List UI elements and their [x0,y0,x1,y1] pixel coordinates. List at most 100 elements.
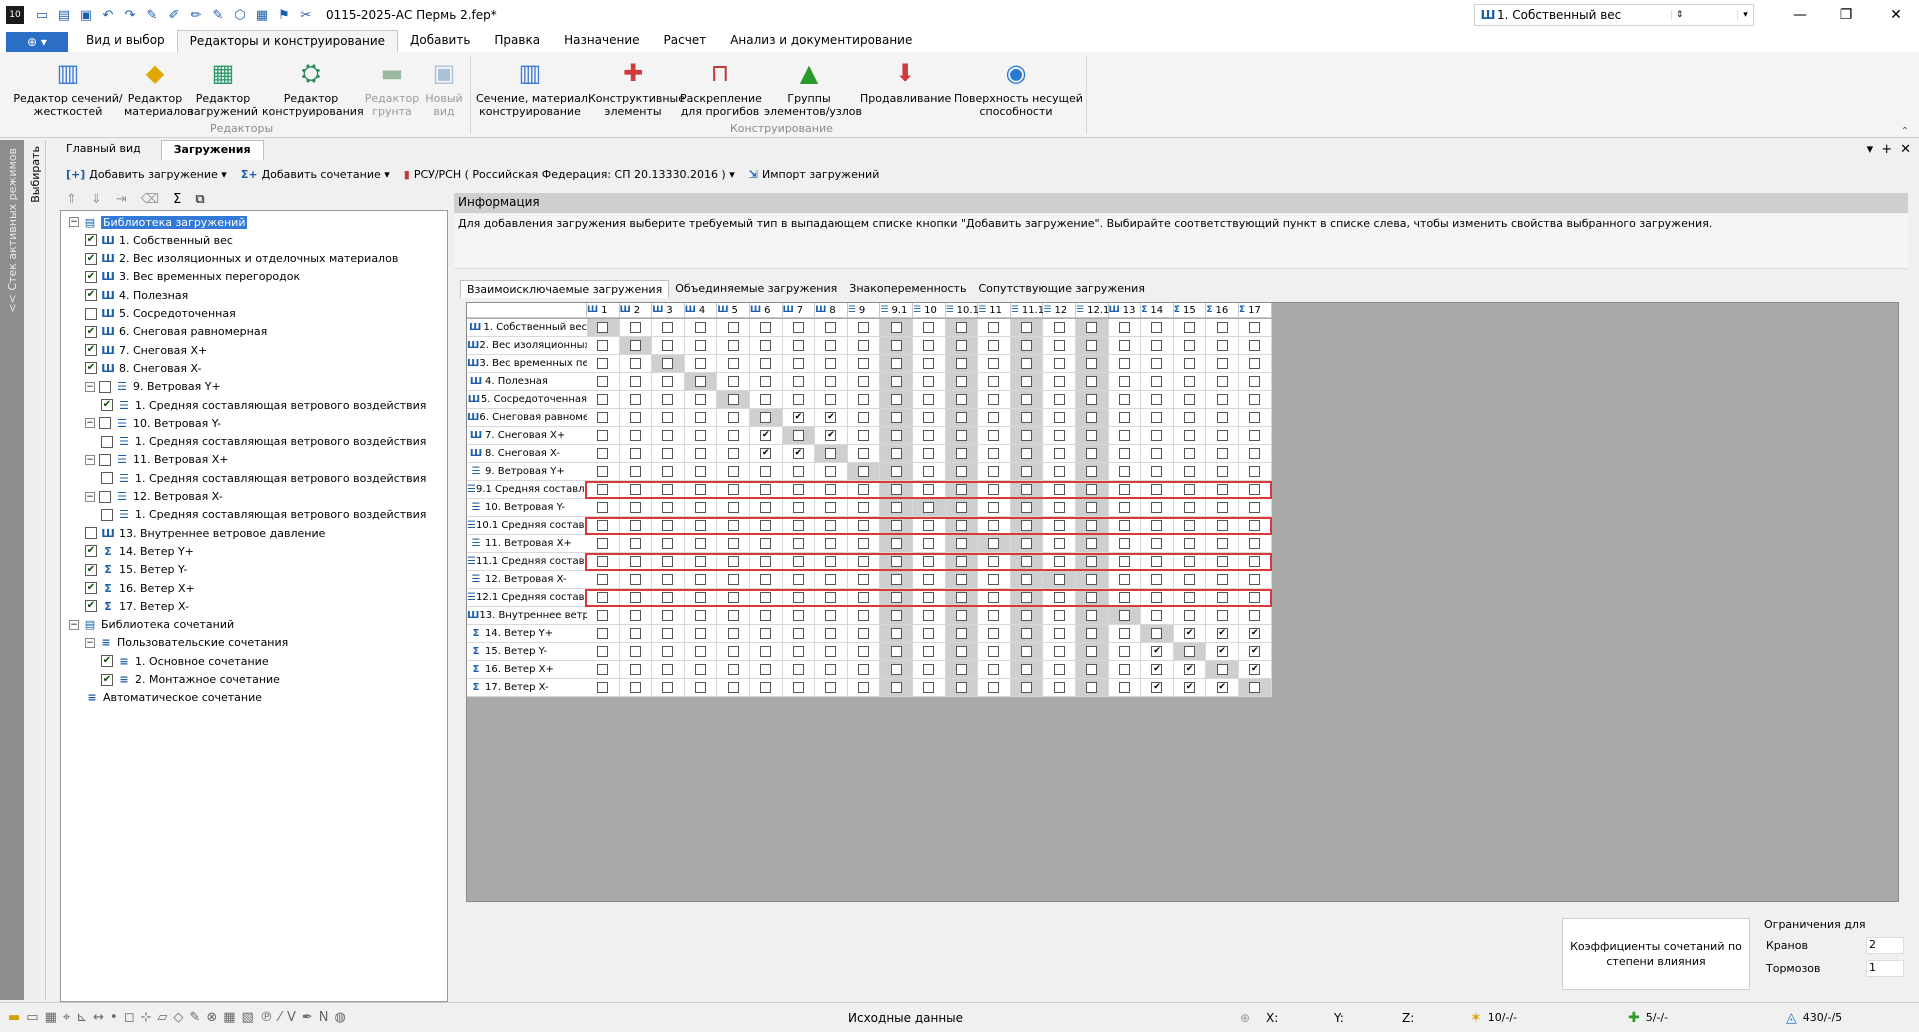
matrix-cell[interactable] [1173,643,1207,661]
matrix-cell[interactable] [782,661,816,679]
matrix-cell[interactable] [1239,337,1272,355]
matrix-checkbox[interactable]: ✔ [1151,646,1163,657]
matrix-cell[interactable] [978,535,1011,553]
matrix-cell[interactable] [880,607,913,625]
matrix-cell[interactable] [684,427,718,445]
matrix-checkbox[interactable] [1249,448,1261,459]
matrix-cell[interactable] [1076,337,1109,355]
file-menu-button[interactable]: ⊕ ▾ [6,32,68,52]
matrix-checkbox[interactable] [1118,592,1130,603]
matrix-cell[interactable] [913,391,946,409]
matrix-cell[interactable] [913,373,946,391]
matrix-checkbox[interactable] [1086,358,1098,369]
active-modes-stack[interactable]: << Стек активных режимов [0,140,24,1000]
matrix-checkbox[interactable]: ✔ [825,412,837,423]
matrix-checkbox[interactable] [760,322,772,333]
matrix-cell[interactable] [717,427,750,445]
matrix-cell[interactable] [782,679,816,697]
matrix-cell[interactable] [1206,517,1239,535]
matrix-cell[interactable] [945,427,979,445]
redo-icon[interactable]: ↷ [120,5,140,25]
matrix-checkbox[interactable] [727,376,739,387]
matrix-cell[interactable] [1108,661,1142,679]
matrix-checkbox[interactable] [1086,556,1098,567]
matrix-cell[interactable] [1076,679,1109,697]
matrix-checkbox[interactable] [955,466,967,477]
matrix-cell[interactable] [652,337,685,355]
matrix-cell[interactable] [587,445,620,463]
matrix-cell[interactable] [847,661,881,679]
matrix-cell[interactable] [1043,625,1076,643]
bracing-button[interactable]: ⊓ Раскрепление для прогибов [680,56,762,119]
matrix-cell[interactable] [782,355,816,373]
matrix-cell[interactable] [847,535,881,553]
matrix-cell[interactable] [847,427,881,445]
matrix-cell[interactable] [978,427,1011,445]
matrix-checkbox[interactable] [1216,394,1228,405]
matrix-checkbox[interactable] [1021,610,1033,621]
tree-item[interactable]: ✔ Σ 14. Ветер Y+ [85,542,194,560]
matrix-checkbox[interactable] [1184,538,1196,549]
matrix-cell[interactable] [1010,535,1044,553]
matrix-cell[interactable] [652,481,685,499]
matrix-cell[interactable] [1043,373,1076,391]
matrix-checkbox[interactable] [955,376,967,387]
matrix-checkbox[interactable] [1151,610,1163,621]
matrix-checkbox[interactable] [825,556,837,567]
tree-checkbox[interactable] [101,435,113,448]
matrix-cell[interactable] [684,553,718,571]
matrix-cell[interactable] [1076,391,1109,409]
matrix-cell[interactable] [815,643,848,661]
matrix-checkbox[interactable] [858,340,870,351]
matrix-checkbox[interactable] [858,448,870,459]
matrix-checkbox[interactable] [1249,376,1261,387]
matrix-checkbox[interactable] [629,574,641,585]
matrix-checkbox[interactable] [825,448,837,459]
matrix-cell[interactable] [1010,427,1044,445]
matrix-cell[interactable] [1010,355,1044,373]
matrix-checkbox[interactable] [792,538,804,549]
tree-item[interactable]: ✔ Σ 16. Ветер X+ [85,579,195,597]
tool2-icon[interactable]: ✐ [164,5,184,25]
tab-calc[interactable]: Расчет [652,30,719,52]
matrix-cell[interactable] [1141,607,1174,625]
matrix-checkbox[interactable] [597,412,609,423]
tree-checkbox[interactable]: ✔ [101,399,113,411]
matrix-checkbox[interactable] [1216,556,1228,567]
matrix-checkbox[interactable] [1216,520,1228,531]
tab-add[interactable]: Добавить [398,30,482,52]
tool-icon[interactable]: ✎ [189,1010,200,1025]
matrix-cell[interactable] [782,517,816,535]
matrix-checkbox[interactable] [695,610,707,621]
tab-assign[interactable]: Назначение [552,30,651,52]
matrix-checkbox[interactable] [890,430,902,441]
matrix-checkbox[interactable] [760,664,772,675]
matrix-checkbox[interactable] [1021,376,1033,387]
matrix-checkbox[interactable] [1151,358,1163,369]
matrix-cell[interactable] [1141,427,1174,445]
matrix-cell[interactable] [587,373,620,391]
matrix-checkbox[interactable] [629,520,641,531]
matrix-checkbox[interactable] [890,358,902,369]
matrix-cell[interactable] [717,481,750,499]
matrix-checkbox[interactable] [858,646,870,657]
matrix-checkbox[interactable] [1021,628,1033,639]
matrix-cell[interactable] [978,373,1011,391]
tree-checkbox[interactable] [99,417,111,430]
matrix-checkbox[interactable] [1184,322,1196,333]
matrix-checkbox[interactable] [1184,484,1196,495]
matrix-checkbox[interactable] [792,610,804,621]
punching-button[interactable]: ⬇ Продавливание [860,56,951,106]
matrix-checkbox[interactable] [695,466,707,477]
matrix-checkbox[interactable] [923,502,935,513]
matrix-checkbox[interactable] [727,466,739,477]
matrix-checkbox[interactable] [1118,574,1130,585]
close-button[interactable]: ✕ [1873,0,1919,30]
matrix-cell[interactable] [1010,391,1044,409]
matrix-checkbox[interactable] [792,556,804,567]
matrix-checkbox[interactable] [1118,538,1130,549]
matrix-cell[interactable] [652,571,685,589]
matrix-checkbox[interactable] [890,574,902,585]
matrix-checkbox[interactable] [988,682,1000,693]
matrix-cell[interactable] [619,319,653,337]
